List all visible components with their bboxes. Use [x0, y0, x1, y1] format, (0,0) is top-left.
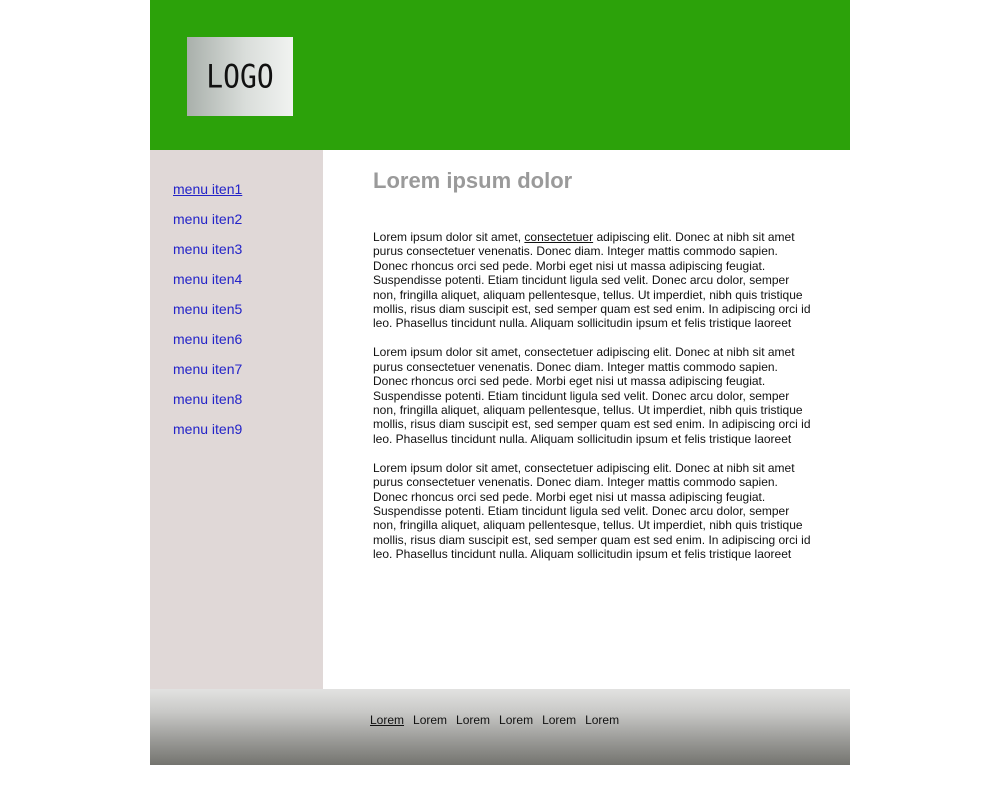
sidebar-menu: menu iten1 menu iten2 menu iten3 menu it… [173, 180, 242, 450]
menu-link-6[interactable]: menu iten6 [173, 331, 242, 347]
paragraph-2: Lorem ipsum dolor sit amet, consectetuer… [373, 345, 811, 446]
footer-link-1[interactable]: Lorem [370, 713, 404, 727]
page-container: LOGO menu iten1 menu iten2 menu iten3 me… [150, 0, 850, 765]
sidebar-item-5: menu iten5 [173, 300, 242, 330]
page-title: Lorem ipsum dolor [373, 168, 573, 193]
menu-link-2[interactable]: menu iten2 [173, 211, 242, 227]
menu-link-8[interactable]: menu iten8 [173, 391, 242, 407]
footer-link-6[interactable]: Lorem [585, 713, 619, 727]
menu-link-9[interactable]: menu iten9 [173, 421, 242, 437]
sidebar-item-2: menu iten2 [173, 210, 242, 240]
menu-link-1[interactable]: menu iten1 [173, 181, 242, 197]
footer-link-2[interactable]: Lorem [413, 713, 447, 727]
paragraph-1-start: Lorem ipsum dolor sit amet, [373, 230, 525, 244]
sidebar-item-1: menu iten1 [173, 180, 242, 210]
footer: Lorem Lorem Lorem Lorem Lorem Lorem [150, 689, 850, 765]
header-banner: LOGO [150, 0, 850, 150]
paragraph-1: Lorem ipsum dolor sit amet, consectetuer… [373, 230, 813, 331]
article-body: Lorem ipsum dolor sit amet, consectetuer… [373, 230, 813, 576]
sidebar: menu iten1 menu iten2 menu iten3 menu it… [150, 150, 323, 689]
menu-link-4[interactable]: menu iten4 [173, 271, 242, 287]
menu-link-7[interactable]: menu iten7 [173, 361, 242, 377]
footer-link-5[interactable]: Lorem [542, 713, 576, 727]
menu-link-3[interactable]: menu iten3 [173, 241, 242, 257]
sidebar-item-8: menu iten8 [173, 390, 242, 420]
sidebar-item-4: menu iten4 [173, 270, 242, 300]
footer-link-3[interactable]: Lorem [456, 713, 490, 727]
sidebar-item-7: menu iten7 [173, 360, 242, 390]
sidebar-item-6: menu iten6 [173, 330, 242, 360]
sidebar-item-9: menu iten9 [173, 420, 242, 450]
menu-link-5[interactable]: menu iten5 [173, 301, 242, 317]
paragraph-1-end: adipiscing elit. Donec at nibh sit amet … [373, 230, 811, 331]
main-content: Lorem ipsum dolor Lorem ipsum dolor sit … [323, 150, 850, 689]
footer-link-4[interactable]: Lorem [499, 713, 533, 727]
footer-nav: Lorem Lorem Lorem Lorem Lorem Lorem [370, 713, 619, 727]
inline-link[interactable]: consectetuer [524, 230, 593, 244]
paragraph-3: Lorem ipsum dolor sit amet, consectetuer… [373, 460, 811, 562]
logo[interactable]: LOGO [187, 37, 293, 116]
sidebar-item-3: menu iten3 [173, 240, 242, 270]
logo-text: LOGO [206, 57, 274, 96]
